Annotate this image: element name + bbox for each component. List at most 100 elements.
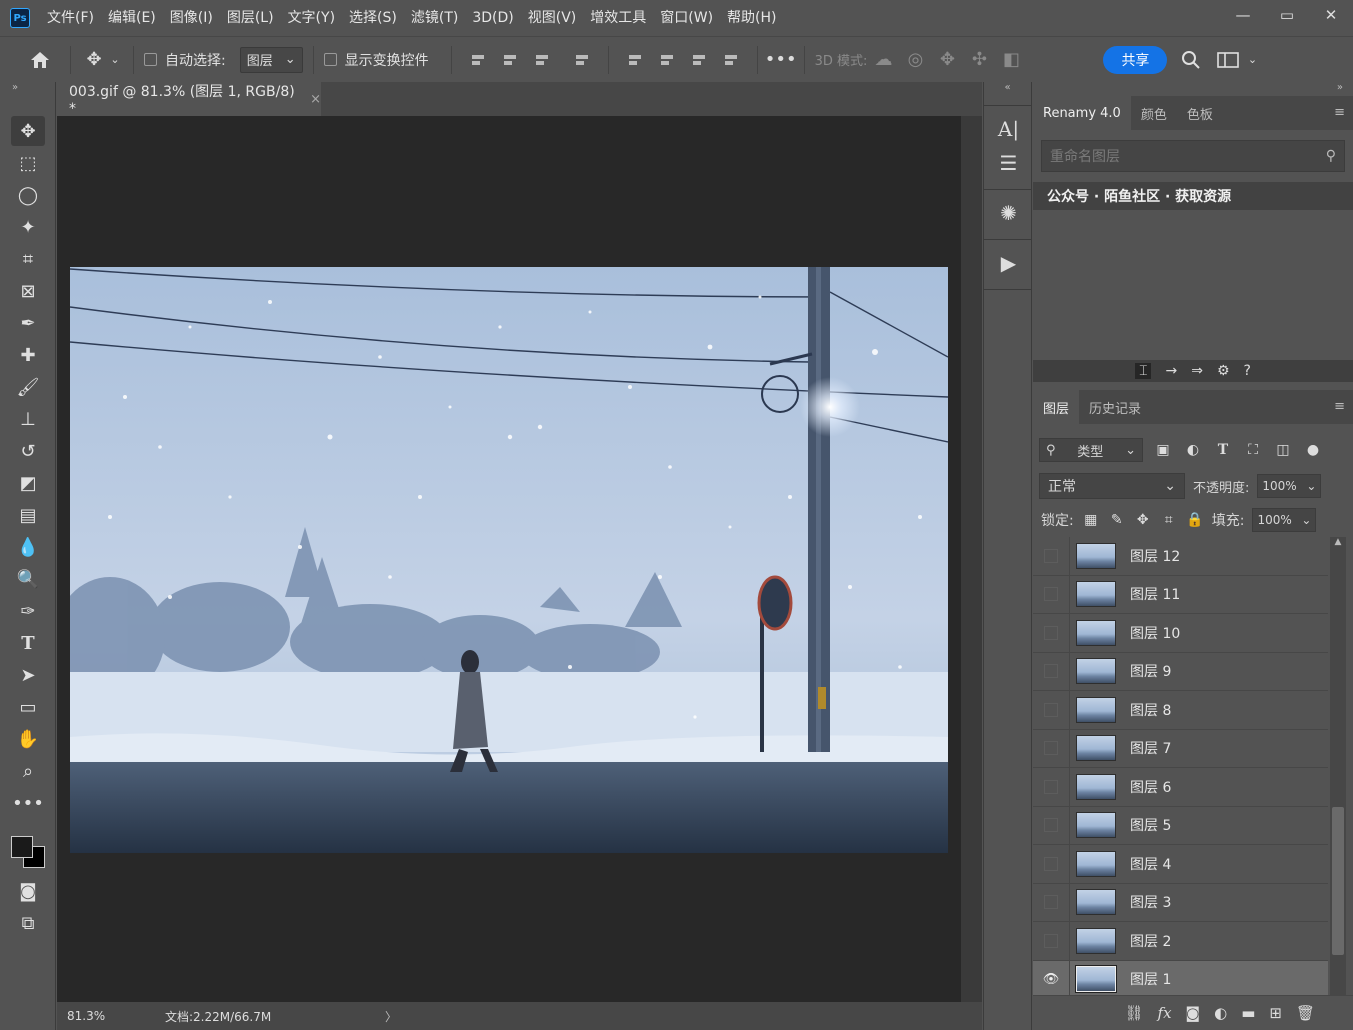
canvas-vertical-scrollbar[interactable] xyxy=(961,116,982,1002)
chevron-down-icon[interactable]: ⌄ xyxy=(1245,53,1259,66)
lock-artboard-icon[interactable]: ⌗ xyxy=(1160,512,1178,528)
layers-scrollbar[interactable]: ▲ xyxy=(1330,537,1346,999)
renamy-plugin-icon[interactable]: ✺ xyxy=(984,196,1033,230)
layers-scroll-thumb[interactable] xyxy=(1332,807,1344,955)
eraser-tool-icon[interactable]: ◩ xyxy=(11,468,45,498)
visibility-toggle[interactable] xyxy=(1033,922,1070,960)
slide-3d-icon[interactable]: ✣ xyxy=(963,49,995,70)
magic-wand-tool-icon[interactable]: ✦ xyxy=(11,212,45,242)
lock-transparency-icon[interactable]: ▦ xyxy=(1082,512,1100,528)
menu-type[interactable]: 文字(Y) xyxy=(281,0,342,36)
menu-3d[interactable]: 3D(D) xyxy=(465,0,520,36)
layer-style-icon[interactable]: fx xyxy=(1158,1004,1172,1022)
auto-select-checkbox[interactable] xyxy=(144,53,157,66)
character-panel-icon[interactable]: A| xyxy=(984,112,1033,146)
scroll-up-icon[interactable]: ▲ xyxy=(1330,537,1346,547)
play-actions-icon[interactable]: ▶ xyxy=(984,246,1033,280)
opacity-field[interactable]: 100% ⌄ xyxy=(1257,474,1322,498)
tab-history[interactable]: 历史记录 xyxy=(1079,390,1151,424)
collapse-icon[interactable]: « xyxy=(984,82,1031,96)
new-layer-icon[interactable]: ⊞ xyxy=(1269,1004,1282,1022)
menu-layer[interactable]: 图层(L) xyxy=(220,0,281,36)
collapse-icon[interactable]: » xyxy=(0,82,55,96)
tab-swatches[interactable]: 色板 xyxy=(1177,96,1223,130)
align-right-icon[interactable] xyxy=(534,52,550,68)
menu-select[interactable]: 选择(S) xyxy=(342,0,404,36)
maximize-icon[interactable]: ▭ xyxy=(1265,0,1309,30)
auto-select-target-dropdown[interactable]: 图层 ⌄ xyxy=(239,46,303,73)
help-icon[interactable]: ? xyxy=(1244,363,1251,379)
layer-row[interactable]: 图层 3 xyxy=(1033,883,1328,922)
zoom-tool-icon[interactable]: ⌕ xyxy=(11,756,45,786)
blend-mode-dropdown[interactable]: 正常 ⌄ xyxy=(1039,473,1185,499)
layer-row[interactable]: 图层 6 xyxy=(1033,768,1328,807)
menu-view[interactable]: 视图(V) xyxy=(521,0,584,36)
distribute-horizontal-icon[interactable] xyxy=(723,52,739,68)
pan-3d-icon[interactable]: ✥ xyxy=(931,49,963,70)
layer-row-selected[interactable]: 👁 图层 1 xyxy=(1033,960,1328,999)
new-group-icon[interactable]: ▬ xyxy=(1241,1004,1255,1022)
share-button[interactable]: 共享 xyxy=(1103,45,1168,74)
layer-row[interactable]: 图层 10 xyxy=(1033,614,1328,653)
scale-3d-icon[interactable]: ◧ xyxy=(995,49,1027,70)
tab-layers[interactable]: 图层 xyxy=(1033,390,1080,424)
panel-menu-icon[interactable]: ≡ xyxy=(1334,399,1345,414)
eyedropper-tool-icon[interactable]: ✒ xyxy=(11,308,45,338)
canvas-image[interactable] xyxy=(70,267,948,853)
move-tool-icon[interactable]: ✥ xyxy=(81,49,107,70)
document-tab[interactable]: 003.gif @ 81.3% (图层 1, RGB/8) * × xyxy=(57,82,321,117)
expand-icon[interactable]: » xyxy=(1033,82,1353,96)
search-icon[interactable] xyxy=(1171,50,1211,70)
delete-layer-icon[interactable]: 🗑 xyxy=(1296,1004,1315,1022)
show-transform-checkbox[interactable] xyxy=(323,53,337,66)
double-arrow-right-icon[interactable]: ⇒ xyxy=(1191,363,1203,379)
filter-pixel-icon[interactable]: ▣ xyxy=(1153,442,1173,458)
arrow-right-icon[interactable]: → xyxy=(1165,363,1177,379)
lasso-tool-icon[interactable]: ◯ xyxy=(11,180,45,210)
search-icon[interactable]: ⚲ xyxy=(1326,148,1336,164)
workspace-icon[interactable] xyxy=(1211,51,1245,68)
visibility-toggle[interactable]: 👁 xyxy=(1033,960,1070,998)
brush-tool-icon[interactable]: 🖌 xyxy=(11,372,45,402)
settings-icon[interactable]: ⚙ xyxy=(1217,363,1230,379)
visibility-toggle[interactable] xyxy=(1033,729,1070,767)
dodge-tool-icon[interactable]: 🔍 xyxy=(11,564,45,594)
lock-position-icon[interactable]: ✥ xyxy=(1134,512,1152,528)
roll-3d-icon[interactable]: ◎ xyxy=(899,49,931,70)
menu-help[interactable]: 帮助(H) xyxy=(720,0,783,36)
adjustment-layer-icon[interactable]: ◐ xyxy=(1214,1004,1227,1022)
screen-mode-icon[interactable]: ⧉ xyxy=(11,908,45,938)
menu-file[interactable]: 文件(F) xyxy=(40,0,101,36)
color-swatches[interactable] xyxy=(9,824,49,868)
panel-menu-icon[interactable]: ≡ xyxy=(1334,105,1345,120)
quick-mask-icon[interactable]: ◙ xyxy=(11,876,45,906)
menu-edit[interactable]: 编辑(E) xyxy=(101,0,163,36)
hand-tool-icon[interactable]: ✋ xyxy=(11,724,45,754)
layer-row[interactable]: 图层 8 xyxy=(1033,691,1328,730)
layer-row[interactable]: 图层 11 xyxy=(1033,575,1328,614)
chevron-down-icon[interactable]: ⌄ xyxy=(107,53,123,66)
more-tools-icon[interactable]: ••• xyxy=(11,788,45,818)
visibility-toggle[interactable] xyxy=(1033,768,1070,806)
link-layers-icon[interactable]: ⛓ xyxy=(1124,1004,1143,1022)
align-left-icon[interactable] xyxy=(470,52,486,68)
lock-all-icon[interactable]: 🔒 xyxy=(1186,512,1204,528)
close-window-icon[interactable]: ✕ xyxy=(1309,0,1353,30)
visibility-toggle[interactable] xyxy=(1033,652,1070,690)
layer-row[interactable]: 图层 12 xyxy=(1033,537,1328,576)
filter-type-icon[interactable]: T xyxy=(1213,442,1233,458)
filter-adjustment-icon[interactable]: ◐ xyxy=(1183,442,1203,458)
orbit-3d-icon[interactable]: ☁ xyxy=(867,49,899,70)
align-middle-icon[interactable] xyxy=(659,52,675,68)
visibility-toggle[interactable] xyxy=(1033,691,1070,729)
canvas-area[interactable] xyxy=(57,116,961,1002)
visibility-toggle[interactable] xyxy=(1033,575,1070,613)
move-tool-icon[interactable]: ✥ xyxy=(11,116,45,146)
more-options-icon[interactable]: ••• xyxy=(765,49,797,70)
layer-filter-dropdown[interactable]: ⚲ 类型 ⌄ xyxy=(1039,438,1143,462)
pen-tool-icon[interactable]: ✑ xyxy=(11,596,45,626)
foreground-color-swatch[interactable] xyxy=(11,836,33,858)
layer-row[interactable]: 图层 4 xyxy=(1033,845,1328,884)
visibility-toggle[interactable] xyxy=(1033,806,1070,844)
zoom-level-field[interactable]: 81.3% xyxy=(57,1009,115,1023)
